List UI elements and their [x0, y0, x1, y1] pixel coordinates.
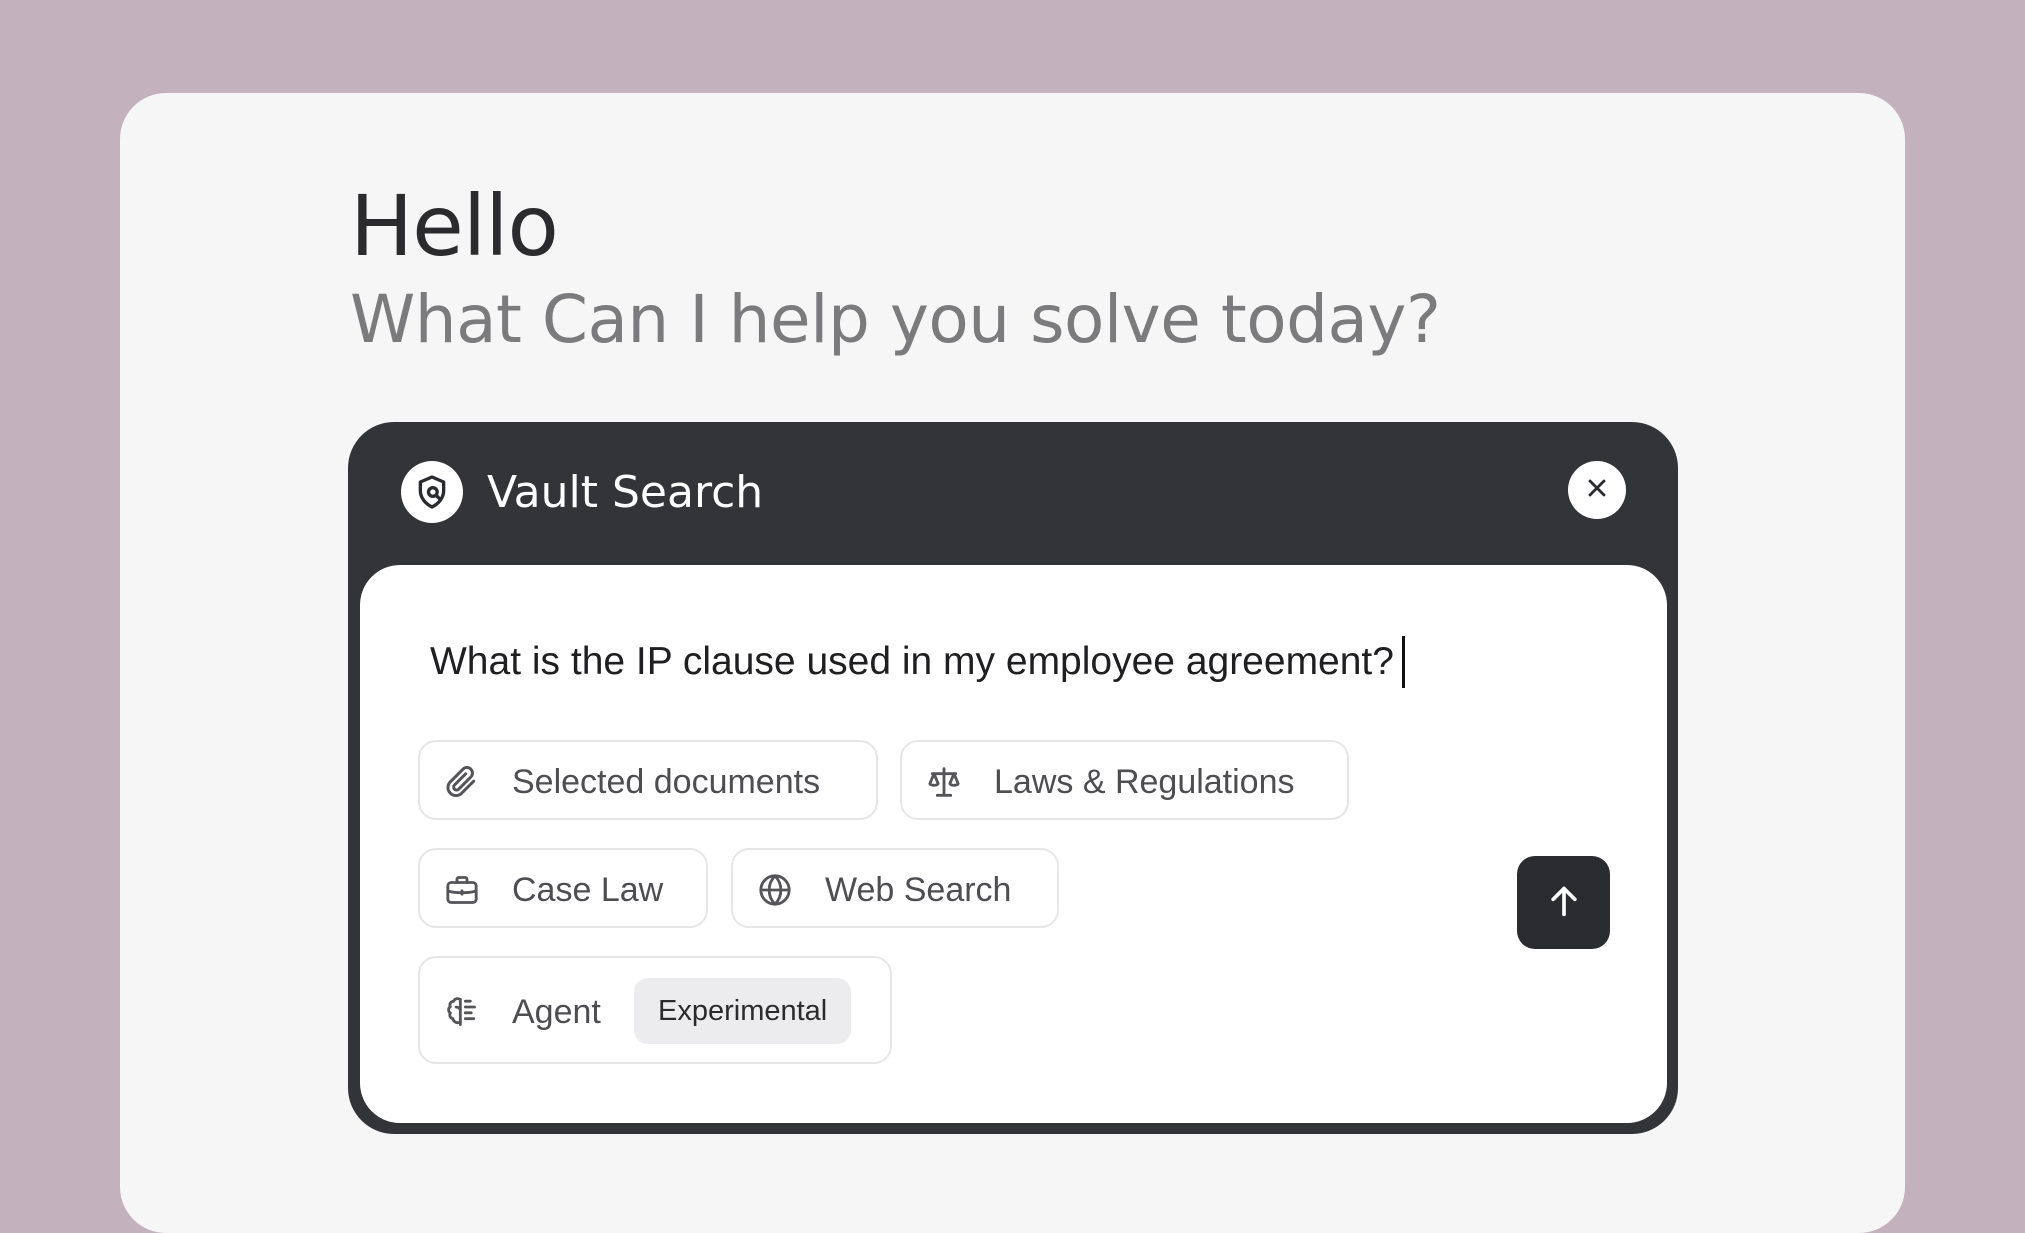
- option-selected-documents[interactable]: Selected documents: [418, 740, 878, 820]
- send-button[interactable]: [1517, 856, 1610, 949]
- close-button[interactable]: [1568, 461, 1626, 519]
- shield-search-icon: [401, 461, 463, 523]
- briefcase-icon: [442, 870, 482, 910]
- experimental-badge: Experimental: [634, 978, 852, 1044]
- option-agent[interactable]: Agent Experimental: [418, 956, 892, 1064]
- query-input[interactable]: What is the IP clause used in my employe…: [430, 634, 1405, 690]
- brain-icon: [442, 992, 482, 1032]
- option-case-law[interactable]: Case Law: [418, 848, 708, 928]
- arrow-up-icon: [1544, 881, 1584, 925]
- option-label: Case Law: [512, 871, 664, 909]
- text-caret: [1401, 636, 1405, 688]
- option-label: Selected documents: [512, 763, 821, 801]
- greeting-title: Hello: [350, 177, 559, 275]
- option-web-search[interactable]: Web Search: [731, 848, 1059, 928]
- option-label: Laws & Regulations: [994, 763, 1295, 801]
- paperclip-icon: [442, 762, 482, 802]
- close-icon: [1585, 476, 1609, 504]
- option-label: Agent: [512, 993, 601, 1031]
- option-label: Web Search: [825, 871, 1012, 909]
- scales-icon: [924, 762, 964, 802]
- globe-icon: [755, 870, 795, 910]
- query-text: What is the IP clause used in my employe…: [430, 640, 1394, 683]
- greeting-subtitle: What Can I help you solve today?: [350, 281, 1441, 358]
- option-laws-regulations[interactable]: Laws & Regulations: [900, 740, 1349, 820]
- card-title: Vault Search: [487, 467, 764, 518]
